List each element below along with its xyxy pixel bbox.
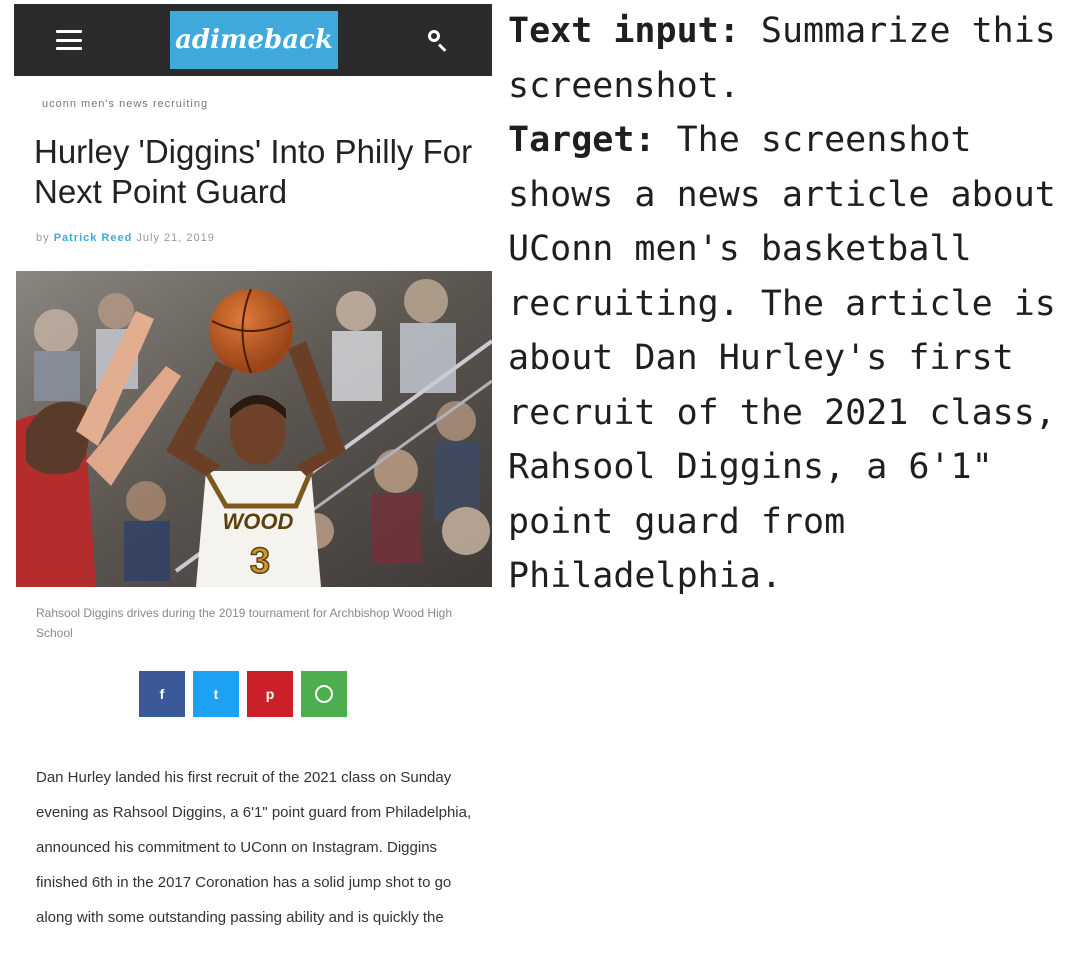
image-caption: Rahsool Diggins drives during the 2019 t… [36,606,453,640]
pinterest-icon: p [265,686,275,702]
twitter-icon: t [213,686,219,702]
twitter-share-button[interactable]: t [193,671,239,717]
byline-prefix: by [36,232,50,244]
site-logo[interactable]: adimeback [170,11,338,69]
share-bar: f t p [139,671,347,717]
jersey-number: 3 [250,540,270,581]
search-icon[interactable] [426,28,450,52]
target-label: Target: [508,120,656,160]
breadcrumb[interactable]: uconn men's news recruiting [42,98,208,110]
jersey-team: WOOD [223,509,294,534]
facebook-icon: f [159,686,165,702]
pinterest-share-button[interactable]: p [247,671,293,717]
byline-author[interactable]: Patrick Reed [54,232,133,244]
article-photo: WOOD 3 [16,271,492,587]
input-label: Text input: [508,11,740,51]
article-body: Dan Hurley landed his first recruit of t… [36,769,472,926]
summary-panel: Text input: Summarize this screenshot. T… [508,4,1068,604]
hamburger-menu-icon[interactable] [56,30,82,50]
basketball-photo: WOOD 3 [16,271,492,587]
site-header: adimeback [14,4,492,76]
facebook-share-button[interactable]: f [139,671,185,717]
whatsapp-share-button[interactable] [301,671,347,717]
byline: by Patrick Reed July 21, 2019 [36,232,215,244]
byline-date: July 21, 2019 [136,232,215,244]
target-text: The screenshot shows a news article abou… [508,120,1077,596]
article-screenshot: adimeback uconn men's news recruiting Hu… [14,0,492,972]
whatsapp-icon [315,685,333,703]
article-title: Hurley 'Diggins' Into Philly For Next Po… [34,133,473,210]
